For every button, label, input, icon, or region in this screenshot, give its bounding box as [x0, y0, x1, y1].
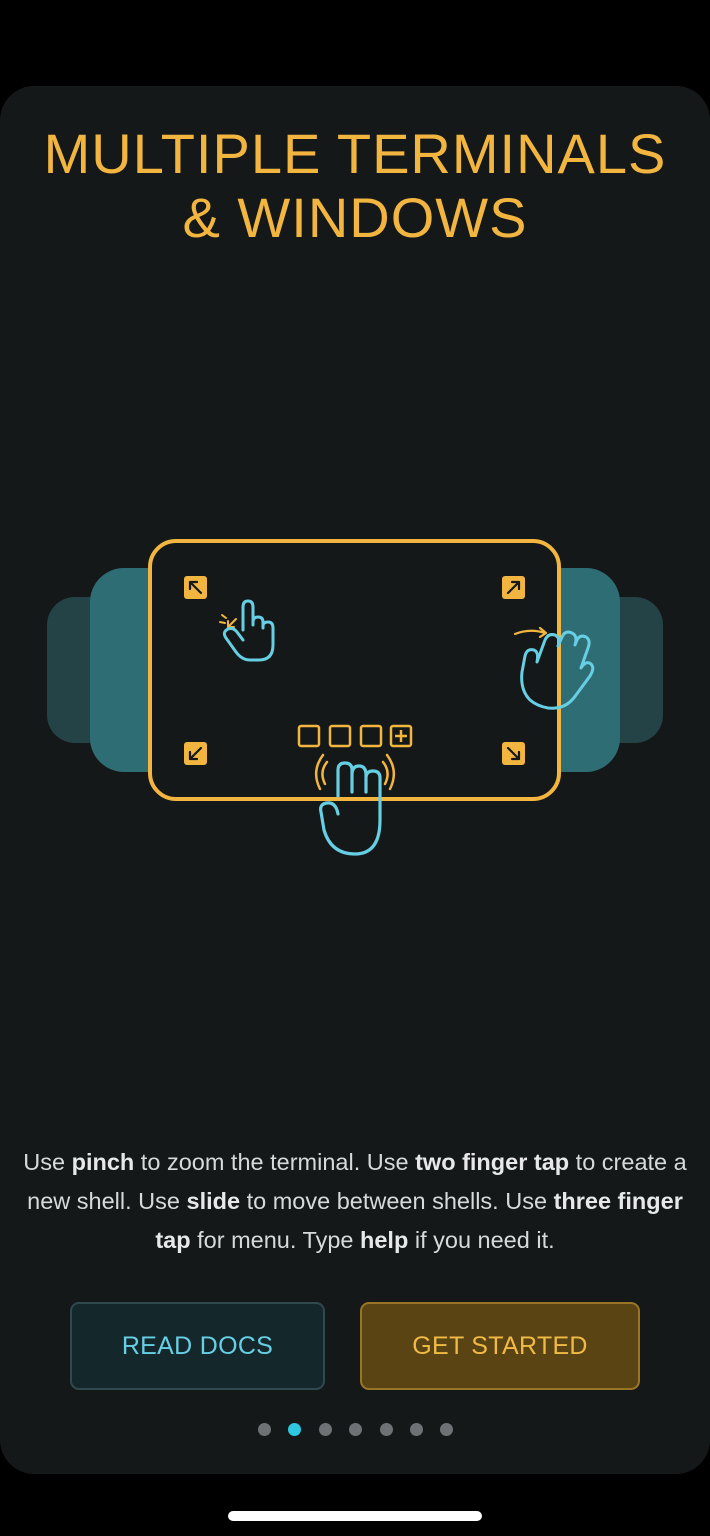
read-docs-button[interactable]: READ DOCS [70, 1302, 325, 1390]
expand-arrow-icon [502, 576, 525, 599]
desc-text: to move between shells. Use [240, 1188, 554, 1214]
home-indicator[interactable] [228, 1511, 482, 1521]
page-dot-7[interactable] [440, 1423, 454, 1436]
expand-arrow-icon [184, 576, 207, 599]
expand-arrow-icon [502, 742, 525, 765]
gesture-instructions: Use pinch to zoom the terminal. Use two … [20, 1143, 690, 1260]
desc-text: if you need it. [408, 1227, 555, 1253]
desc-text: Use [23, 1149, 72, 1175]
read-docs-label: READ DOCS [121, 1331, 274, 1360]
desc-bold-slide: slide [186, 1188, 241, 1214]
desc-text: for menu. Type [190, 1227, 360, 1253]
desc-text: to zoom the terminal. Use [134, 1149, 416, 1175]
title-line-1: MULTIPLE TERMINALS [43, 122, 667, 185]
page-dot-6[interactable] [410, 1423, 423, 1436]
terminal-window [148, 539, 561, 801]
page-dot-2[interactable] [288, 1423, 302, 1436]
page-title: MULTIPLE TERMINALS & WINDOWS [0, 122, 710, 250]
page-dot-4[interactable] [349, 1423, 363, 1436]
page-dot-5[interactable] [379, 1423, 393, 1436]
get-started-label: GET STARTED [412, 1331, 588, 1360]
title-line-2: & WINDOWS [182, 186, 528, 249]
page-dot-3[interactable] [318, 1423, 332, 1436]
gestures-illustration [47, 539, 663, 856]
expand-arrow-icon [184, 742, 207, 765]
get-started-button[interactable]: GET STARTED [360, 1302, 640, 1390]
page-dot-1[interactable] [258, 1423, 271, 1436]
desc-bold-pinch: pinch [71, 1149, 135, 1175]
page-indicator [0, 1422, 710, 1438]
desc-bold-two-finger-tap: two finger tap [415, 1149, 570, 1175]
desc-bold-help: help [360, 1227, 409, 1253]
